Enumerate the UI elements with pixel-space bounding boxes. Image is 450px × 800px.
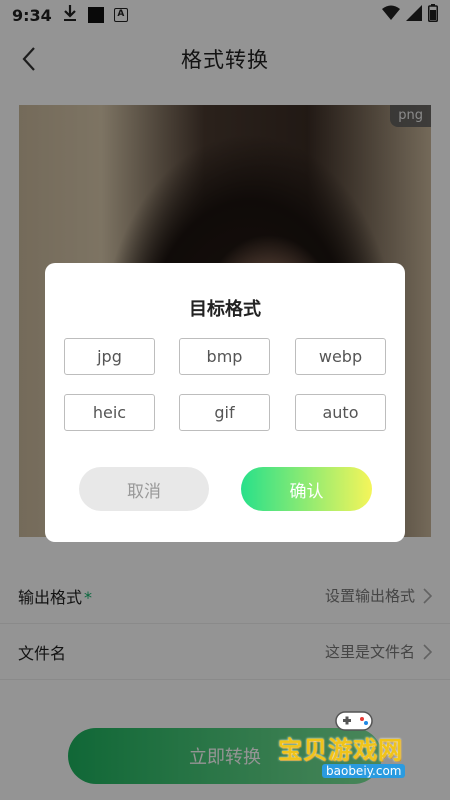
format-option-gif[interactable]: gif (179, 394, 270, 431)
format-option-bmp[interactable]: bmp (179, 338, 270, 375)
watermark-text: 宝贝游戏网 (278, 736, 403, 764)
watermark-logo: 宝贝游戏网 baobeiy.com (270, 700, 450, 790)
format-option-webp[interactable]: webp (295, 338, 386, 375)
format-option-heic[interactable]: heic (64, 394, 155, 431)
cancel-button[interactable]: 取消 (79, 467, 209, 511)
format-option-auto[interactable]: auto (295, 394, 386, 431)
format-option-jpg[interactable]: jpg (64, 338, 155, 375)
confirm-button[interactable]: 确认 (241, 467, 372, 511)
target-format-dialog: 目标格式 jpg bmp webp heic gif auto 取消 确认 (45, 263, 405, 542)
dialog-title: 目标格式 (189, 299, 261, 320)
watermark-url: baobeiy.com (322, 764, 406, 778)
